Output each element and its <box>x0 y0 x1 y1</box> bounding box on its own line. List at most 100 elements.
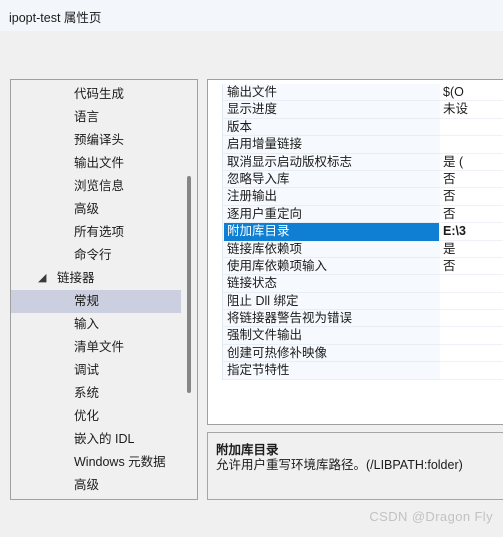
tree-item-label: 链接器 <box>57 271 95 285</box>
property-name[interactable]: 忽略导入库 <box>224 171 439 188</box>
property-value[interactable]: 是 ( <box>440 153 503 171</box>
property-value[interactable] <box>440 275 503 293</box>
tree-item-11[interactable]: 清单文件 <box>11 336 183 359</box>
property-name[interactable]: 附加库目录 <box>224 223 439 241</box>
property-value[interactable]: 是 <box>440 240 503 258</box>
tree-item-1[interactable]: 语言 <box>11 106 183 129</box>
property-value[interactable]: 未设 <box>440 101 503 119</box>
property-value[interactable] <box>440 136 503 154</box>
property-grid[interactable]: 输出文件 $(O 显示进度 未设 版本 启用增量链接 取消显示启动版权标志是 (忽略导入库否… <box>208 84 503 380</box>
property-row-gutter <box>208 327 223 345</box>
property-name[interactable]: 版本 <box>224 119 439 136</box>
property-row[interactable]: 逐用户重定向否 <box>208 205 503 224</box>
chevron-expanded-icon[interactable]: ◢ <box>38 267 46 290</box>
property-row[interactable]: 使用库依赖项输入否 <box>208 257 503 276</box>
tree-item-label: 嵌入的 IDL <box>74 432 135 446</box>
property-row-gutter <box>208 84 223 102</box>
property-name[interactable]: 指定节特性 <box>224 362 439 379</box>
tree-item-label: 调试 <box>74 363 100 377</box>
property-name[interactable]: 逐用户重定向 <box>224 206 439 223</box>
tree-item-18[interactable]: 所有选项 <box>11 497 183 499</box>
property-row[interactable]: 附加库目录 E:\3 <box>208 223 503 241</box>
tree-item-8[interactable]: ◢ 链接器 <box>11 267 183 290</box>
property-value[interactable] <box>440 118 503 137</box>
property-row[interactable]: 链接状态 <box>208 275 503 293</box>
property-value[interactable]: 否 <box>440 188 503 206</box>
property-row[interactable]: 启用增量链接 <box>208 136 503 154</box>
property-row[interactable]: 阻止 Dll 绑定 <box>208 292 503 311</box>
property-name[interactable]: 输出文件 <box>224 84 439 101</box>
property-name[interactable]: 强制文件输出 <box>224 327 439 344</box>
tree-item-3[interactable]: 输出文件 <box>11 152 183 175</box>
tree-scrollbar[interactable] <box>181 80 197 499</box>
property-row[interactable]: 版本 <box>208 118 503 137</box>
property-name[interactable]: 注册输出 <box>224 188 439 205</box>
property-value[interactable] <box>440 292 503 311</box>
property-name[interactable]: 启用增量链接 <box>224 136 439 153</box>
tree-item-14[interactable]: 优化 <box>11 405 183 428</box>
property-row-gutter <box>208 205 223 224</box>
property-row-gutter <box>208 344 223 363</box>
property-row-gutter <box>208 257 223 276</box>
tree-item-label: 输入 <box>74 317 100 331</box>
property-row[interactable]: 指定节特性 <box>208 362 503 380</box>
property-row[interactable]: 链接库依赖项是 <box>208 240 503 258</box>
tree-item-16[interactable]: Windows 元数据 <box>11 451 183 474</box>
tree-item-7[interactable]: 命令行 <box>11 244 183 267</box>
property-value[interactable] <box>440 362 503 380</box>
property-name[interactable]: 将链接器警告视为错误 <box>224 310 439 327</box>
tree-item-label: 所有选项 <box>74 497 124 499</box>
tree-item-15[interactable]: 嵌入的 IDL <box>11 428 183 451</box>
property-row[interactable]: 取消显示启动版权标志是 ( <box>208 153 503 171</box>
tree-item-label: 预编译头 <box>74 133 125 147</box>
property-value[interactable]: 否 <box>440 205 503 224</box>
property-value[interactable]: E:\3 <box>440 223 503 241</box>
property-value[interactable]: 否 <box>440 170 503 189</box>
tree-item-6[interactable]: 所有选项 <box>11 221 183 244</box>
property-value[interactable] <box>440 344 503 363</box>
property-row[interactable]: 显示进度 未设 <box>208 101 503 119</box>
tree-item-17[interactable]: 高级 <box>11 474 183 497</box>
tree-item-0[interactable]: 代码生成 <box>11 83 183 106</box>
configuration-toolbar: 配置(C): Release 平台(P): x64 <box>0 31 503 100</box>
property-row[interactable]: 注册输出否 <box>208 188 503 206</box>
tree-item-label: 高级 <box>74 478 100 492</box>
property-name[interactable]: 显示进度 <box>224 101 439 118</box>
property-name[interactable]: 创建可热修补映像 <box>224 345 439 362</box>
tree-item-2[interactable]: 预编译头 <box>11 129 183 152</box>
property-row[interactable]: 强制文件输出 <box>208 327 503 345</box>
property-row[interactable]: 忽略导入库否 <box>208 170 503 189</box>
property-row[interactable]: 输出文件 $(O <box>208 84 503 102</box>
tree-item-label: 浏览信息 <box>74 179 125 193</box>
settings-tree[interactable]: 代码生成 语言 预编译头 输出文件 浏览信息 高级 所有选项 命令行 ◢ 链接器 常规 输入 清单文件调… <box>11 80 183 499</box>
tree-item-label: 代码生成 <box>74 87 125 101</box>
property-row-gutter <box>208 292 223 311</box>
property-value[interactable] <box>440 327 503 345</box>
property-row-gutter <box>208 170 223 189</box>
property-name[interactable]: 链接库依赖项 <box>224 241 439 258</box>
tree-item-12[interactable]: 调试 <box>11 359 183 382</box>
tree-item-5[interactable]: 高级 <box>11 198 183 221</box>
property-row[interactable]: 创建可热修补映像 <box>208 344 503 363</box>
tree-item-13[interactable]: 系统 <box>11 382 183 405</box>
tree-item-9[interactable]: 常规 <box>11 290 183 313</box>
property-value[interactable]: 否 <box>440 257 503 276</box>
property-value[interactable]: $(O <box>440 84 503 102</box>
tree-item-label: 高级 <box>74 202 100 216</box>
property-row-gutter <box>208 118 223 137</box>
tree-item-label: 系统 <box>74 386 100 400</box>
property-row[interactable]: 将链接器警告视为错误 <box>208 310 503 328</box>
property-grid-panel: 输出文件 $(O 显示进度 未设 版本 启用增量链接 取消显示启动版权标志是 (忽略导入库否… <box>207 79 503 425</box>
property-name[interactable]: 阻止 Dll 绑定 <box>224 293 439 310</box>
property-value[interactable] <box>440 310 503 328</box>
property-name[interactable]: 取消显示启动版权标志 <box>224 154 439 171</box>
property-name[interactable]: 链接状态 <box>224 275 439 292</box>
tree-scrollbar-thumb[interactable] <box>187 176 191 393</box>
tree-item-4[interactable]: 浏览信息 <box>11 175 183 198</box>
tree-item-label: 输出文件 <box>74 156 125 170</box>
tree-item-10[interactable]: 输入 <box>11 313 183 336</box>
property-name[interactable]: 使用库依赖项输入 <box>224 258 439 275</box>
tree-item-label: 常规 <box>74 294 100 308</box>
page-title: ipopt-test 属性页 <box>9 11 102 25</box>
description-title: 附加库目录 <box>216 443 279 457</box>
